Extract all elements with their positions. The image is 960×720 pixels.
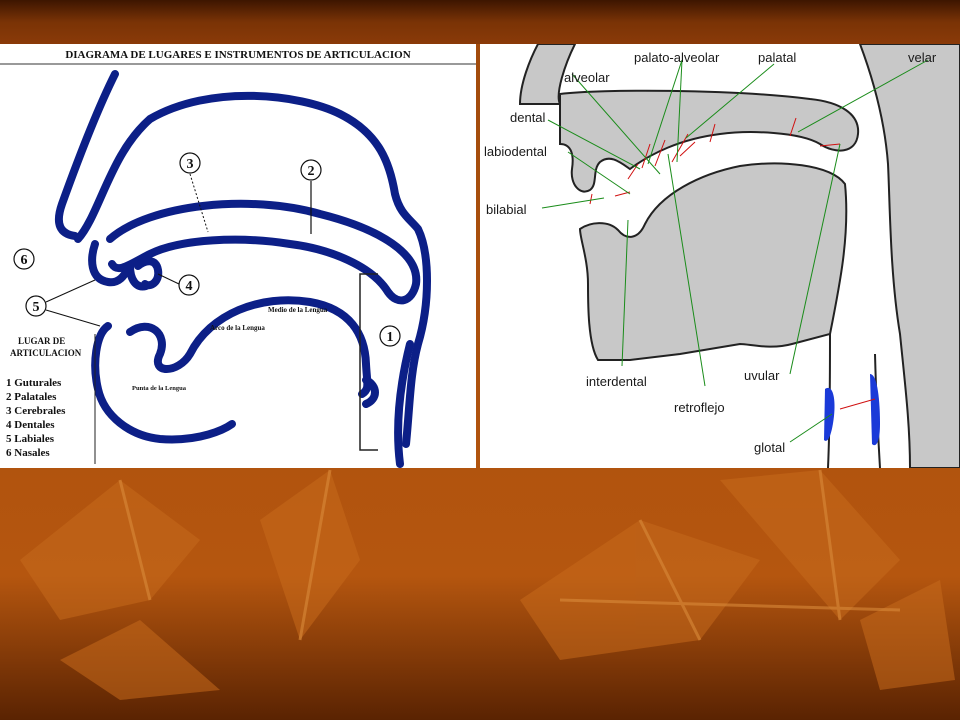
svg-text:4: 4 [186, 279, 193, 294]
callout-3: 3 [179, 152, 209, 233]
legend-title-line1: LUGAR DE [18, 336, 65, 346]
label-retroflejo: retroflejo [674, 400, 725, 415]
label-labiodental: labiodental [484, 144, 547, 159]
callout-5: 5 [25, 279, 101, 327]
vocal-tract-shapes [518, 44, 960, 468]
label-interdental: interdental [586, 374, 647, 389]
callout-2: 2 [300, 159, 322, 234]
label-dental: dental [510, 110, 546, 125]
right-diagram-panel: palato-alveolar palatal velar alveolar d… [480, 44, 960, 468]
places-of-articulation-diagram: palato-alveolar palatal velar alveolar d… [484, 44, 960, 468]
legend: LUGAR DE ARTICULACION 1 Guturales 2 Pala… [6, 334, 96, 464]
svg-text:3: 3 [187, 157, 194, 172]
svg-text:1: 1 [387, 330, 394, 345]
left-diagram-panel: DIAGRAMA DE LUGARES E INSTRUMENTOS DE AR… [0, 44, 476, 468]
articulation-places-diagram: DIAGRAMA DE LUGARES E INSTRUMENTOS DE AR… [0, 49, 476, 468]
svg-text:6: 6 [21, 253, 28, 268]
label-palato-alveolar: palato-alveolar [634, 50, 720, 65]
callout-6: 6 [13, 248, 35, 270]
svg-text:5: 5 [33, 300, 40, 315]
legend-title-line2: ARTICULACION [10, 348, 82, 358]
left-diagram-title: DIAGRAMA DE LUGARES E INSTRUMENTOS DE AR… [65, 49, 410, 61]
legend-item: 3 Cerebrales [6, 405, 66, 417]
label-velar: velar [908, 50, 937, 65]
label-bilabial: bilabial [486, 202, 527, 217]
label-alveolar: alveolar [564, 70, 610, 85]
label-glotal: glotal [754, 440, 785, 455]
legend-item: 5 Labiales [6, 433, 55, 445]
legend-item: 1 Guturales [6, 377, 62, 389]
tongue-arch-label: Arco de la Lengua [210, 324, 265, 332]
legend-item: 4 Dentales [6, 419, 55, 431]
tongue-middle-label: Medio de la Lengua [268, 306, 328, 314]
label-palatal: palatal [758, 50, 796, 65]
callout-1: 1 [379, 325, 401, 347]
legend-item: 2 Palatales [6, 391, 57, 403]
callout-4: 4 [157, 273, 200, 296]
label-uvular: uvular [744, 368, 780, 383]
legend-item: 6 Nasales [6, 447, 50, 459]
vocal-folds [824, 374, 880, 446]
tongue-tip-label: Punta de la Lengua [132, 385, 187, 392]
vocal-tract-outline [54, 70, 431, 468]
svg-text:2: 2 [308, 164, 315, 179]
